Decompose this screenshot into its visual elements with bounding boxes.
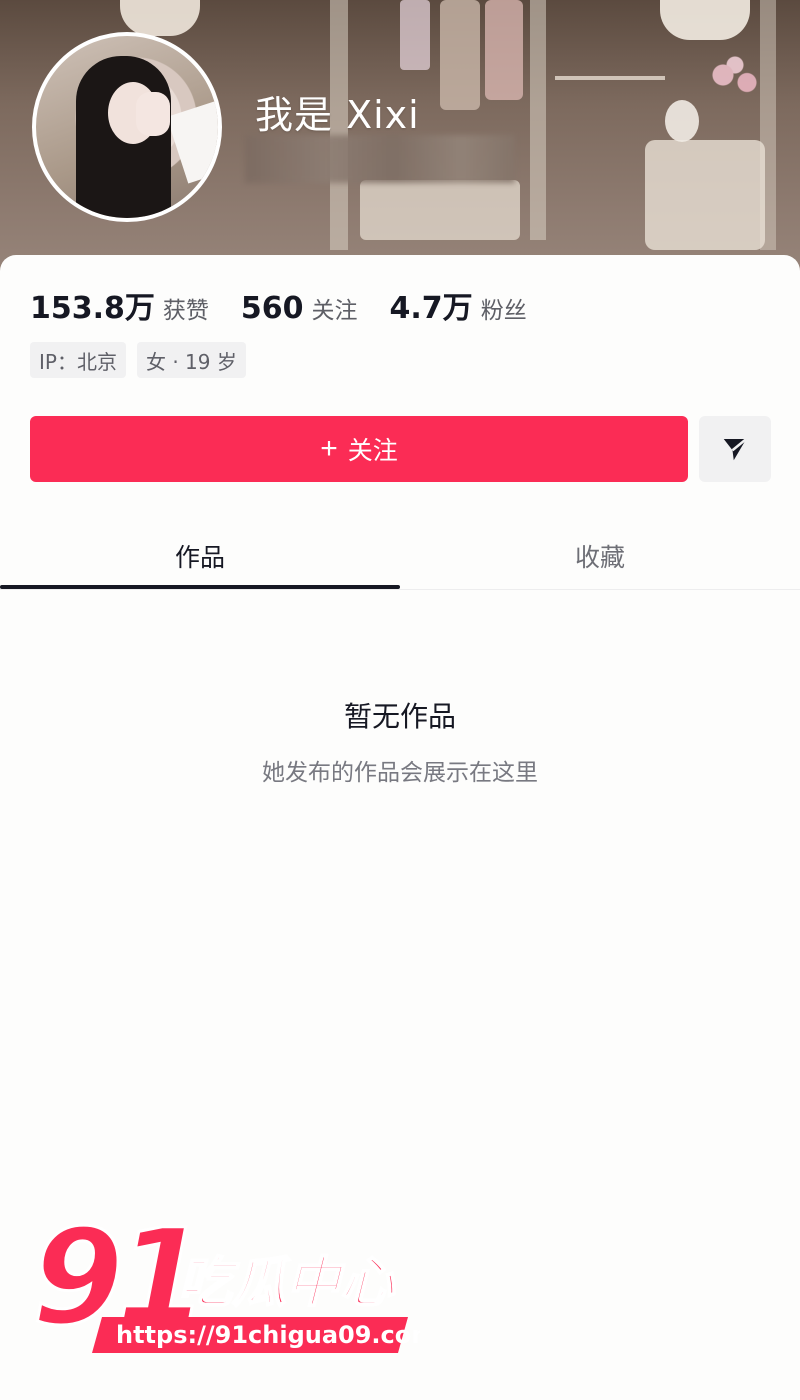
blurred-signature <box>245 135 515 183</box>
hanging-clothes <box>485 0 523 100</box>
empty-state-subtitle: 她发布的作品会展示在这里 <box>262 760 538 786</box>
watermark-url: https://91chigua09.com <box>116 1321 420 1349</box>
profile-tags: IP：北京 女 · 19 岁 <box>30 342 257 378</box>
vase <box>665 100 699 142</box>
watermark-text: 吃瓜中心 <box>178 1251 396 1314</box>
avatar[interactable] <box>32 32 222 222</box>
plus-icon: + <box>320 432 338 465</box>
avatar-photo-card <box>166 98 218 184</box>
gender-age-tag: 女 · 19 岁 <box>136 342 246 378</box>
ip-location-tag: IP：北京 <box>30 342 126 378</box>
cabinet <box>645 140 765 250</box>
stat-followers-value: 4.7万 <box>389 291 473 326</box>
hanging-clothes <box>440 0 480 110</box>
stat-likes: 153.8万 获赞 <box>30 283 209 327</box>
follow-button-label: 关注 <box>347 437 398 465</box>
content-tabs: 作品 收藏 <box>0 523 800 589</box>
flowers <box>705 55 765 105</box>
stat-following[interactable]: 560 关注 <box>241 291 358 326</box>
follow-button[interactable]: + 关注 <box>30 416 688 482</box>
tab-favorites[interactable]: 收藏 <box>400 523 800 589</box>
hanging-clothes <box>400 0 430 70</box>
watermark-logo: 91 吃瓜中心 https://91chigua09.com <box>31 1205 421 1357</box>
profile-username: 我是 Xixi <box>255 93 420 137</box>
clothes-rack <box>555 76 665 80</box>
stat-following-value: 560 <box>240 291 304 326</box>
dresser <box>360 180 520 240</box>
tab-divider <box>0 589 800 590</box>
avatar-photo-hand <box>136 92 170 136</box>
lamp-decor <box>660 0 750 40</box>
stat-likes-label: 获赞 <box>162 298 209 324</box>
tab-works[interactable]: 作品 <box>0 523 400 589</box>
empty-state-title: 暂无作品 <box>343 700 456 733</box>
send-message-button[interactable] <box>699 416 771 482</box>
stat-followers-label: 粉丝 <box>480 298 527 324</box>
lamp-decor <box>120 0 200 36</box>
stat-following-label: 关注 <box>311 298 358 324</box>
wardrobe-pillar <box>530 0 546 240</box>
stat-followers[interactable]: 4.7万 粉丝 <box>390 283 527 327</box>
send-icon <box>723 438 748 461</box>
stat-likes-value: 153.8万 <box>30 291 155 326</box>
profile-stats: 153.8万 获赞 560 关注 4.7万 粉丝 <box>30 283 559 327</box>
